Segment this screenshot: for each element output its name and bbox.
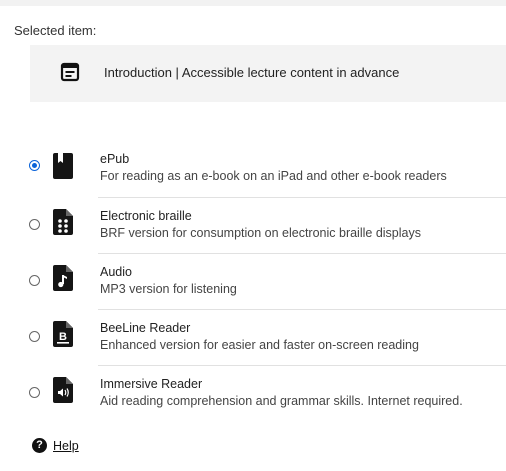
option-title: Electronic braille (100, 209, 192, 223)
option-description: BRF version for consumption on electroni… (100, 226, 421, 240)
option-epub[interactable]: ePub For reading as an e-book on an iPad… (0, 142, 506, 198)
svg-text:B: B (59, 331, 67, 343)
book-icon (53, 153, 73, 179)
selected-item-box: Introduction | Accessible lecture conten… (30, 45, 506, 102)
option-title: Immersive Reader (100, 377, 203, 391)
help-icon[interactable]: ? (32, 438, 47, 453)
option-title: BeeLine Reader (100, 321, 191, 335)
option-title: Audio (100, 265, 132, 279)
radio-beeline[interactable] (29, 331, 40, 342)
option-description: For reading as an e-book on an iPad and … (100, 169, 447, 183)
audio-file-icon (53, 265, 73, 291)
beeline-file-icon: B (53, 321, 73, 347)
option-audio[interactable]: Audio MP3 version for listening (0, 254, 506, 310)
document-icon (60, 62, 80, 82)
selected-item-label: Selected item: (14, 23, 97, 38)
help-link[interactable]: Help (53, 439, 79, 453)
option-immersive[interactable]: Immersive Reader Aid reading comprehensi… (0, 366, 506, 422)
option-beeline[interactable]: B BeeLine Reader Enhanced version for ea… (0, 310, 506, 366)
braille-file-icon (53, 209, 73, 235)
option-description: MP3 version for listening (100, 282, 237, 296)
option-braille[interactable]: Electronic braille BRF version for consu… (0, 198, 506, 254)
help-link-group[interactable]: ? Help (32, 438, 79, 453)
option-description: Enhanced version for easier and faster o… (100, 338, 419, 352)
option-title: ePub (100, 152, 130, 166)
radio-audio[interactable] (29, 275, 40, 286)
download-panel: Selected item: Introduction | Accessible… (0, 6, 506, 471)
radio-epub[interactable] (29, 160, 40, 171)
option-description: Aid reading comprehension and grammar sk… (100, 394, 463, 408)
radio-immersive[interactable] (29, 387, 40, 398)
radio-braille[interactable] (29, 219, 40, 230)
immersive-reader-icon (53, 377, 73, 403)
selected-item-title: Introduction | Accessible lecture conten… (104, 65, 400, 80)
